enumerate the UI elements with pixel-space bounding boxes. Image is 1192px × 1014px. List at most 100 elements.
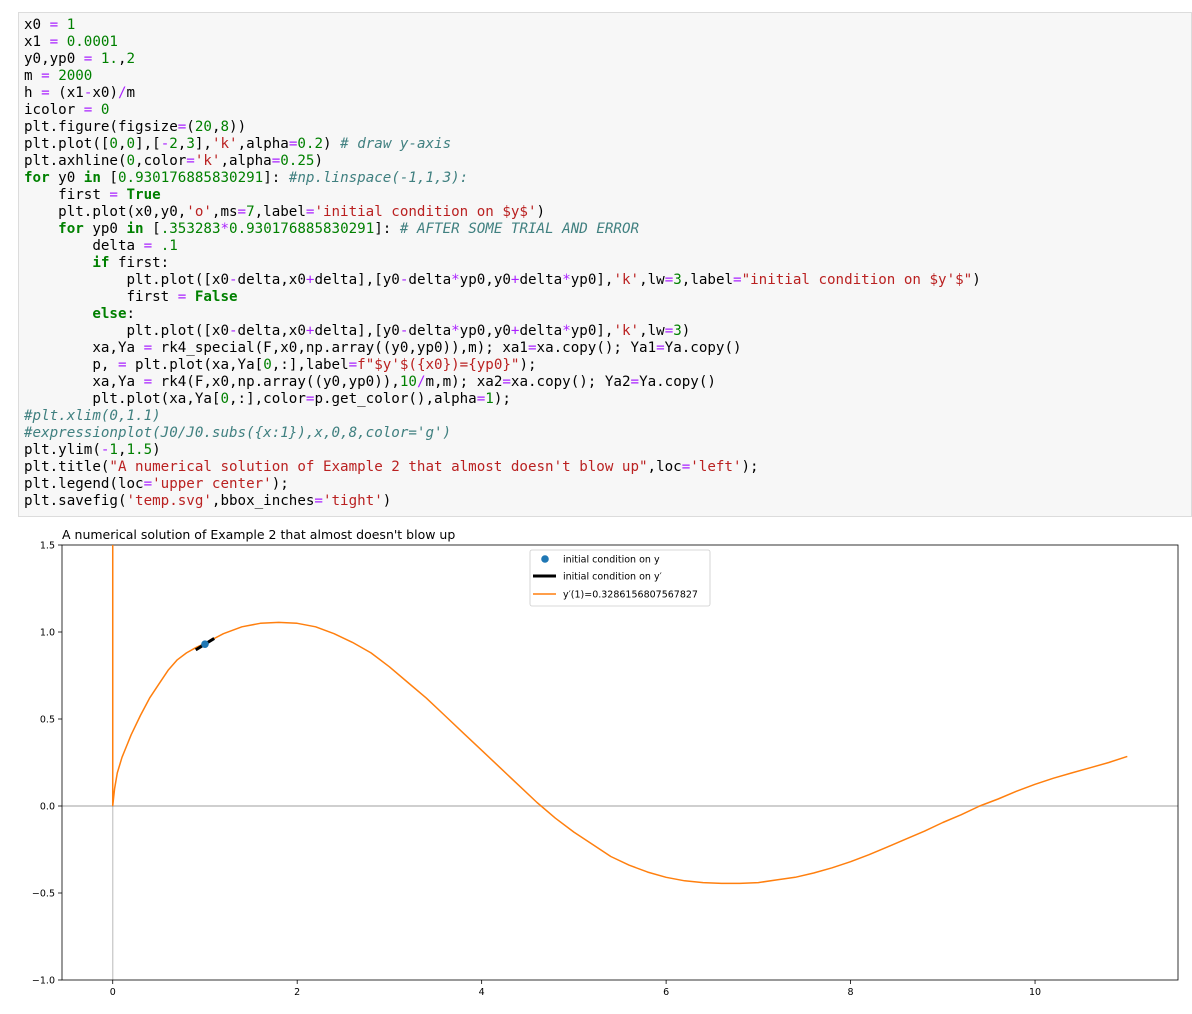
x-tick-label: 0 [110,987,116,998]
code-token: 0.2 [297,136,324,152]
code-token: 'upper center' [152,476,272,492]
code-token: Ya.copy() [639,374,716,390]
code-token: ,alpha [220,153,272,169]
code-token: ); [519,357,537,373]
code-token: ); [271,476,289,492]
code-token: ,ms [211,204,238,220]
code-token: ) [314,153,323,169]
code-token: #np.linspace(-1,1,3): [288,170,469,186]
code-line: for yp0 in [.353283*0.930176885830291]: … [24,221,981,238]
code-line: else: [24,306,981,323]
code-token: ,alpha [237,136,289,152]
code-token: = [186,153,195,169]
x-tick-label: 8 [848,987,854,998]
code-line: delta = .1 [24,238,981,255]
code-token: 'initial condition on $y$' [314,204,537,220]
code-token: plt.ylim( [24,442,101,458]
code-line: plt.savefig('temp.svg',bbox_inches='tigh… [24,493,981,510]
code-token: delta,x0 [237,272,306,288]
code-token: = [49,34,59,50]
code-token: in [83,170,101,186]
code-token: #expressionplot(J0/J0.subs({x:1}),x,0,8,… [24,425,452,441]
x-tick-label: 4 [479,987,485,998]
code-token: Ya.copy() [664,340,742,356]
code-token: = [177,119,187,135]
code-token: , [117,136,127,152]
code-token: ); [741,459,759,475]
chart-title: A numerical solution of Example 2 that a… [62,527,455,542]
code-token: first [24,187,110,203]
plot-output: A numerical solution of Example 2 that a… [0,520,1192,1010]
code-line: first = False [24,289,981,306]
code-token: * [220,221,230,237]
code-token: xa.copy(); Ya2 [510,374,631,390]
code-token: xa,Ya [24,374,144,390]
code-token: 1.5 [126,442,153,458]
code-token: delta [24,238,144,254]
code-token: plt.title( [24,459,110,475]
code-token: ) [382,493,392,509]
code-token: yp0], [570,272,614,288]
code-token: 'k' [211,136,238,152]
code-token: ,lw [639,272,665,288]
code-line: for y0 in [0.930176885830291]: #np.linsp… [24,170,981,187]
code-token: yp0,y0 [459,323,511,339]
code-token: y0 [49,170,84,186]
code-line: plt.legend(loc='upper center'); [24,476,981,493]
code-line: plt.ylim(-1,1.5) [24,442,981,459]
code-token: first [24,289,178,305]
code-token: plt.plot([x0 [24,272,229,288]
code-token: x0) [92,85,118,101]
code-token: rk4(F,x0,np.array((y0,yp0)), [152,374,400,390]
code-token: 0 [109,136,118,152]
code-token: if [92,255,110,271]
code-token: [ [143,221,161,237]
code-token: xa,Ya [24,340,144,356]
code-token: yp0,y0 [459,272,511,288]
code-token: / [117,85,127,101]
code-token: = [49,17,59,33]
code-token: delta [519,323,563,339]
code-token: 0.930176885830291 [229,221,375,237]
code-token: 0 [220,391,230,407]
code-token: "A numerical solution of Example 2 that … [109,459,648,475]
code-token: delta [408,323,452,339]
code-token: 0.930176885830291 [117,170,264,186]
code-token: 'left' [690,459,742,475]
y-tick-label: 0.5 [40,715,55,726]
code-line: x0 = 1 [24,17,981,34]
code-token: : [126,306,136,322]
code-token: [ [100,170,118,186]
code-token: ,:],color [229,391,306,407]
code-token: = [143,374,153,390]
code-token: 0.0001 [66,34,118,50]
code-token: rk4_special(F,x0,np.array((y0,yp0)),m); … [152,340,528,356]
code-editor[interactable]: x0 = 1 x1 = 0.0001 y0,yp0 = 1.,2 m = 2000 h … [24,17,981,510]
code-token: ,lw [639,323,665,339]
legend-label-segment: initial condition on y′ [563,572,662,583]
code-token: 0 [100,102,110,118]
code-token: plt.savefig( [24,493,127,509]
y-tick-label: 1.5 [40,541,55,552]
code-token: 1 [66,17,76,33]
code-token: plt.axhline( [24,153,127,169]
code-line: plt.figure(figsize=(20,8)) [24,119,981,136]
code-token: 1. [100,51,118,67]
code-token: #plt.xlim(0,1.1) [24,408,161,424]
code-token: 0.25 [280,153,315,169]
code-token: ) [536,204,546,220]
code-token: 'temp.svg' [126,493,212,509]
y-tick-label: −1.0 [32,976,55,987]
code-cell[interactable]: x0 = 1 x1 = 0.0001 y0,yp0 = 1.,2 m = 2000 h … [18,12,1192,517]
code-token: / [416,374,426,390]
code-token: = [630,374,640,390]
code-token: p.get_color(),alpha [314,391,477,407]
code-token: ); [493,391,511,407]
code-token: h [24,85,42,101]
